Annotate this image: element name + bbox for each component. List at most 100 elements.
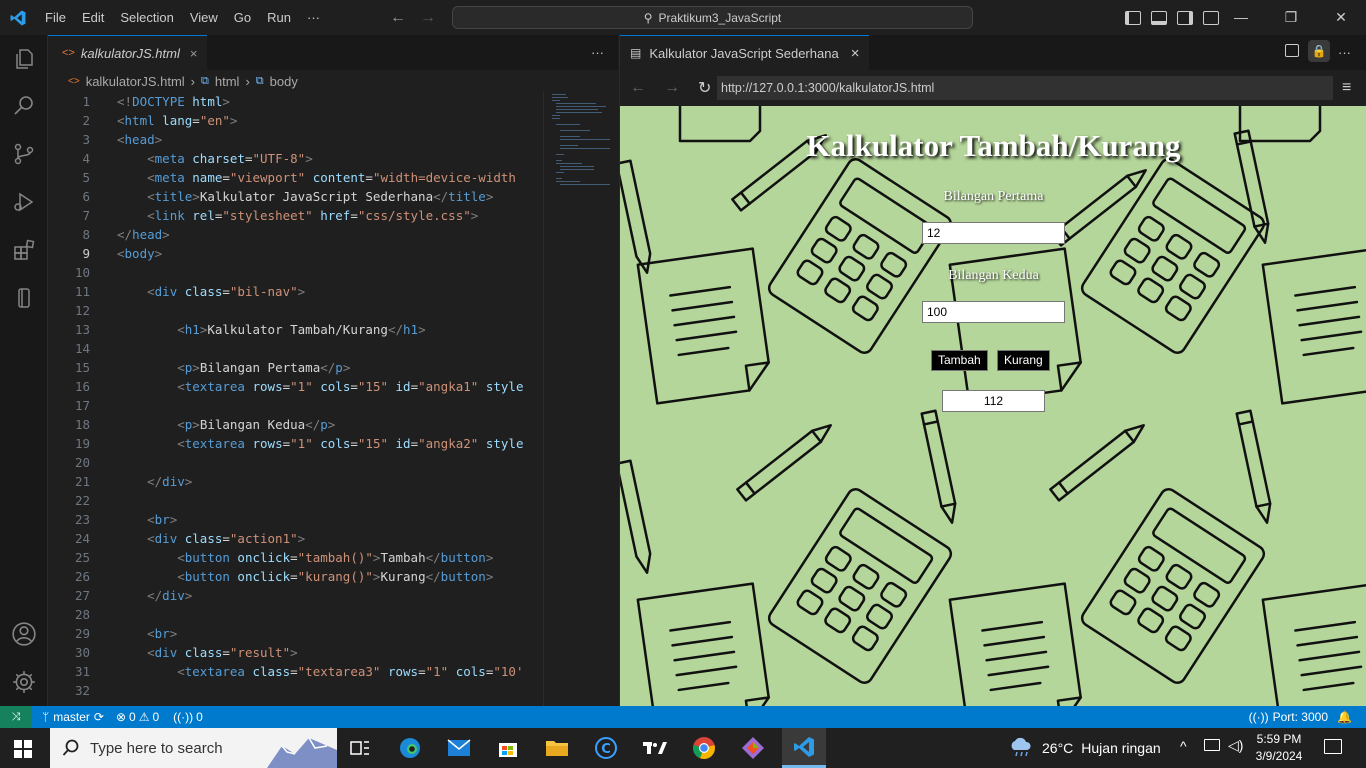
minimize-button[interactable]: —: [1216, 0, 1266, 35]
breadcrumb-body[interactable]: body: [270, 74, 298, 89]
first-number-input[interactable]: 12: [922, 222, 1065, 244]
toggle-secondary-sidebar-icon[interactable]: [1177, 10, 1193, 25]
tradingview-icon[interactable]: [639, 732, 671, 764]
editor-tab[interactable]: <> kalkulatorJS.html ×: [48, 35, 208, 70]
url-input[interactable]: http://127.0.0.1:3000/kalkulatorJS.html: [717, 76, 1333, 100]
code-line[interactable]: 22: [48, 491, 543, 510]
code-line[interactable]: 16 <textarea rows="1" cols="15" id="angk…: [48, 377, 543, 396]
code-line[interactable]: 18 <p>Bilangan Kedua</p>: [48, 415, 543, 434]
settings-gear-icon[interactable]: [10, 668, 38, 696]
menu-file[interactable]: File: [37, 0, 74, 35]
code-line[interactable]: 10: [48, 263, 543, 282]
branch-status[interactable]: ᛘ master ⟳: [42, 710, 104, 724]
code-line[interactable]: 31 <textarea class="textarea3" rows="1" …: [48, 662, 543, 681]
second-number-input[interactable]: 100: [922, 301, 1065, 323]
code-line[interactable]: 29 <br>: [48, 624, 543, 643]
notifications-bell-icon[interactable]: 🔔: [1337, 710, 1352, 724]
weather-widget[interactable]: 26°C Hujan ringan: [1008, 728, 1161, 768]
subtract-button[interactable]: Kurang: [997, 350, 1050, 371]
more-actions-icon[interactable]: ···: [591, 35, 604, 70]
forward-icon[interactable]: →: [420, 9, 436, 27]
clock[interactable]: 5:59 PM 3/9/2024: [1252, 731, 1306, 765]
store-icon[interactable]: [492, 732, 524, 764]
restore-button[interactable]: ❐: [1266, 0, 1316, 35]
more-actions-icon[interactable]: ···: [1338, 35, 1351, 70]
extensions-icon[interactable]: [10, 236, 38, 264]
close-button[interactable]: ✕: [1316, 0, 1366, 35]
toggle-primary-sidebar-icon[interactable]: [1125, 10, 1141, 25]
browser-tab[interactable]: ▤ Kalkulator JavaScript Sederhana ×: [620, 35, 870, 70]
split-editor-icon[interactable]: [1285, 44, 1299, 57]
toggle-panel-icon[interactable]: [1151, 10, 1167, 25]
command-center[interactable]: ⚲ Praktikum3_JavaScript: [452, 6, 973, 29]
code-line[interactable]: 21 </div>: [48, 472, 543, 491]
code-line[interactable]: 13 <h1>Kalkulator Tambah/Kurang</h1>: [48, 320, 543, 339]
live-server-status[interactable]: ((·)) Port: 3000: [1249, 710, 1328, 724]
code-line[interactable]: 3 <head>: [48, 130, 543, 149]
code-line[interactable]: 32: [48, 681, 543, 700]
menu-view[interactable]: View: [182, 0, 226, 35]
code-line[interactable]: 4 <meta charset="UTF-8">: [48, 149, 543, 168]
code-line[interactable]: 8 </head>: [48, 225, 543, 244]
explorer-icon[interactable]: [10, 45, 38, 73]
code-line[interactable]: 15 <p>Bilangan Pertama</p>: [48, 358, 543, 377]
notification-center-icon[interactable]: [1324, 739, 1342, 754]
menu-go[interactable]: Go: [226, 0, 259, 35]
code-line[interactable]: 7 <link rel="stylesheet" href="css/style…: [48, 206, 543, 225]
chevron-up-icon[interactable]: ^: [1180, 738, 1187, 754]
code-line[interactable]: 23 <br>: [48, 510, 543, 529]
code-line[interactable]: 27 </div>: [48, 586, 543, 605]
code-line[interactable]: 12: [48, 301, 543, 320]
breadcrumb-file[interactable]: kalkulatorJS.html: [86, 74, 185, 89]
search-icon[interactable]: [10, 92, 38, 120]
forward-icon[interactable]: →: [664, 79, 680, 97]
result-output[interactable]: 112: [942, 390, 1045, 412]
back-icon[interactable]: ←: [390, 9, 406, 27]
code-line[interactable]: 2 <html lang="en">: [48, 111, 543, 130]
code-line[interactable]: 9 <body>: [48, 244, 543, 263]
chrome-icon[interactable]: [688, 732, 720, 764]
code-line[interactable]: 30 <div class="result">: [48, 643, 543, 662]
back-icon[interactable]: ←: [630, 79, 646, 97]
volume-icon[interactable]: ◁): [1228, 737, 1243, 754]
add-button[interactable]: Tambah: [931, 350, 988, 371]
remote-indicator-icon[interactable]: ⤨: [0, 706, 32, 728]
code-line[interactable]: 20: [48, 453, 543, 472]
windows-start-icon[interactable]: [14, 740, 32, 758]
breadcrumb-html[interactable]: html: [215, 74, 240, 89]
file-explorer-icon[interactable]: [541, 732, 573, 764]
menu-run[interactable]: Run: [259, 0, 299, 35]
code-line[interactable]: 6 <title>Kalkulator JavaScript Sederhana…: [48, 187, 543, 206]
code-area[interactable]: 1 <!DOCTYPE html> 2 <html lang="en"> 3 <head>…: [48, 92, 543, 706]
code-line[interactable]: 17: [48, 396, 543, 415]
task-view-icon[interactable]: [344, 732, 376, 764]
code-line[interactable]: 14: [48, 339, 543, 358]
mail-icon[interactable]: [443, 732, 475, 764]
problems-status[interactable]: ⊗ 0 ⚠ 0: [116, 710, 159, 724]
code-line[interactable]: 24 <div class="action1">: [48, 529, 543, 548]
code-line[interactable]: 11 <div class="bil-nav">: [48, 282, 543, 301]
ports-status[interactable]: ((·)) 0: [173, 710, 203, 724]
menu-edit[interactable]: Edit: [74, 0, 112, 35]
code-line[interactable]: 28: [48, 605, 543, 624]
run-debug-icon[interactable]: [10, 188, 38, 216]
source-control-icon[interactable]: [10, 140, 38, 168]
network-icon[interactable]: [1204, 739, 1220, 751]
tab-close-icon[interactable]: ×: [851, 45, 860, 62]
account-icon[interactable]: [10, 620, 38, 648]
code-line[interactable]: 26 <button onclick="kurang()">Kurang</bu…: [48, 567, 543, 586]
code-line[interactable]: 5 <meta name="viewport" content="width=d…: [48, 168, 543, 187]
code-line[interactable]: 19 <textarea rows="1" cols="15" id="angk…: [48, 434, 543, 453]
app-c-icon[interactable]: C: [590, 732, 622, 764]
git-app-icon[interactable]: [737, 732, 769, 764]
vscode-taskbar-icon[interactable]: [782, 728, 826, 768]
code-line[interactable]: 25 <button onclick="tambah()">Tambah</bu…: [48, 548, 543, 567]
more-menus-icon[interactable]: ···: [299, 0, 328, 35]
minimap[interactable]: [543, 92, 618, 706]
reload-icon[interactable]: ↻: [698, 78, 711, 98]
tab-close-icon[interactable]: ×: [190, 46, 198, 61]
taskbar-search-box[interactable]: Type here to search: [50, 728, 337, 768]
remote-explorer-icon[interactable]: [10, 284, 38, 312]
menu-icon[interactable]: ≡: [1342, 70, 1351, 106]
menu-selection[interactable]: Selection: [112, 0, 181, 35]
